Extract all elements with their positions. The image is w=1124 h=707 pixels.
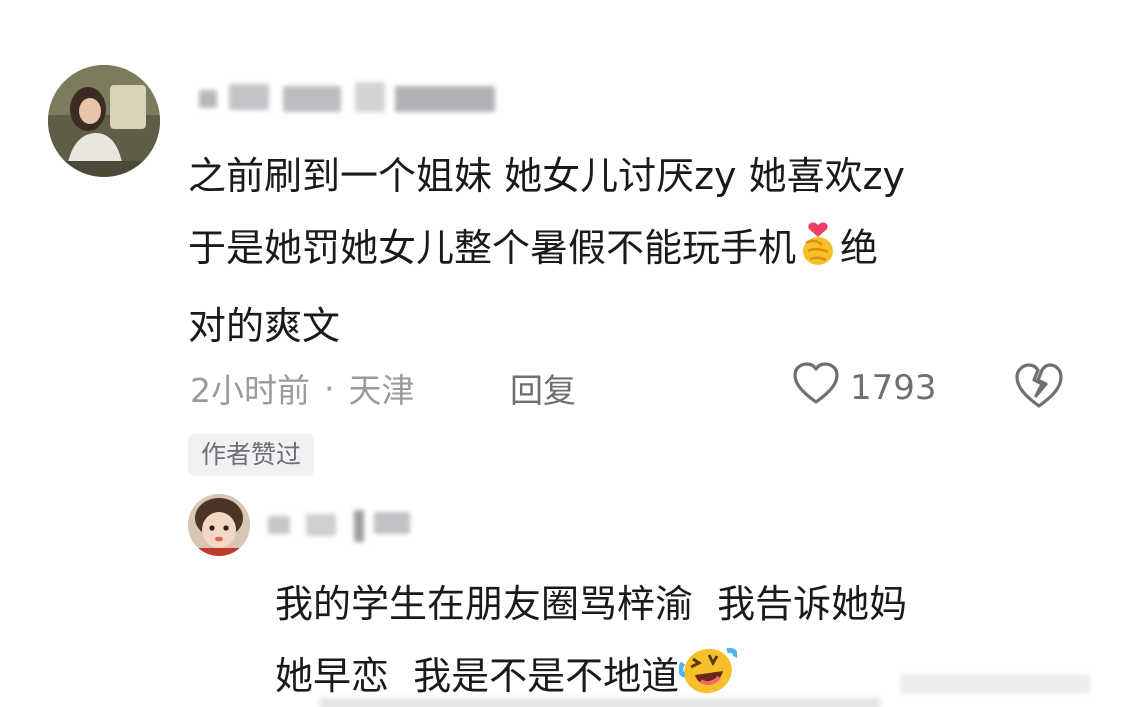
finger-heart-emoji-icon — [796, 218, 840, 290]
reply-line-2: 她早恋 我是不是不地道 — [275, 654, 680, 698]
broken-heart-icon — [1014, 363, 1064, 414]
meta-separator: · — [324, 368, 335, 408]
commenter-avatar[interactable] — [48, 65, 160, 177]
comment-body: 之前刷到一个姐妹 她女儿讨厌zy 她喜欢zy 于是她罚她女儿整个暑假不能玩手机 … — [188, 140, 1068, 362]
comment-time: 2小时前 — [190, 371, 310, 410]
reply-line-1: 我的学生在朋友圈骂梓渝 我告诉她妈 — [275, 582, 908, 626]
comment-location: 天津 — [348, 371, 415, 410]
replier-avatar[interactable] — [188, 494, 250, 556]
watermark-blurred — [900, 668, 1100, 698]
comment-line-2: 于是她罚她女儿整个暑假不能玩手机 — [188, 226, 797, 270]
like-button[interactable]: 1793 — [792, 360, 937, 416]
comment-meta: 2小时前 · 天津 — [190, 362, 415, 414]
comment-line-2-tail: 绝 — [840, 226, 879, 270]
reply-button[interactable]: 回复 — [510, 362, 576, 414]
dislike-button[interactable] — [1014, 362, 1066, 414]
comment-line-1: 之前刷到一个姐妹 她女儿讨厌zy 她喜欢zy — [188, 154, 906, 198]
comment-line-3: 对的爽文 — [188, 304, 341, 348]
commenter-username-blurred[interactable] — [195, 70, 515, 120]
replier-username-blurred[interactable] — [266, 500, 426, 546]
next-content-cropped — [320, 698, 880, 707]
heart-outline-icon — [792, 361, 840, 415]
like-count: 1793 — [850, 368, 937, 408]
comment-thread: 之前刷到一个姐妹 她女儿讨厌zy 她喜欢zy 于是她罚她女儿整个暑假不能玩手机 … — [0, 0, 1124, 707]
author-liked-badge: 作者赞过 — [188, 434, 315, 476]
